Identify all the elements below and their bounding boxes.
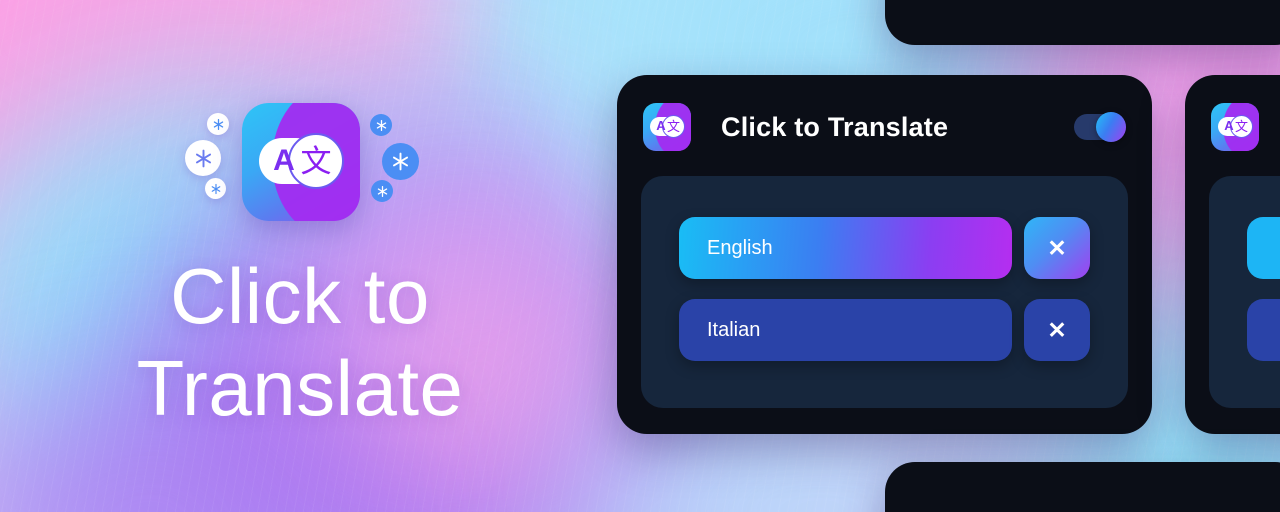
language-chip-english[interactable]: English	[679, 217, 1012, 279]
language-chip-italian[interactable]: Italian	[679, 299, 1012, 361]
translate-card: A 文 Click to Translate English ✕ Italian…	[617, 75, 1152, 434]
enable-toggle[interactable]	[1074, 112, 1126, 142]
app-icon-char: 文	[666, 119, 680, 134]
sparkle-icon	[370, 114, 392, 136]
background-card-right: A 文	[1185, 75, 1280, 434]
remove-language-button[interactable]: ✕	[1024, 217, 1090, 279]
sparkle-icon	[205, 178, 226, 199]
language-chip	[1247, 299, 1280, 361]
sparkle-icon	[371, 180, 393, 202]
background-card-top	[885, 0, 1280, 45]
app-icon-char: 文	[300, 144, 332, 179]
hero-headline: Click to Translate	[0, 250, 600, 434]
app-icon-char: 文	[1234, 119, 1248, 134]
language-row: Italian ✕	[679, 299, 1090, 361]
app-icon: A 文	[643, 103, 691, 151]
language-panel	[1209, 176, 1280, 408]
background-card-bottom	[885, 462, 1280, 512]
language-row: English ✕	[679, 217, 1090, 279]
sparkle-icon	[185, 140, 221, 176]
headline-line-1: Click to	[170, 252, 430, 340]
card-title: Click to Translate	[721, 112, 949, 142]
hero-section: A 文 Click to Translate	[0, 0, 600, 512]
card-header: A 文 Click to Translate	[643, 103, 1126, 151]
app-icon: A 文	[1211, 103, 1259, 151]
remove-language-button[interactable]: ✕	[1024, 299, 1090, 361]
language-panel: English ✕ Italian ✕	[641, 176, 1128, 408]
sparkle-icon	[207, 113, 229, 135]
app-icon: A 文	[242, 103, 360, 221]
headline-line-2: Translate	[136, 344, 464, 432]
toggle-knob	[1096, 112, 1126, 142]
language-chip	[1247, 217, 1280, 279]
sparkle-icon	[382, 143, 419, 180]
